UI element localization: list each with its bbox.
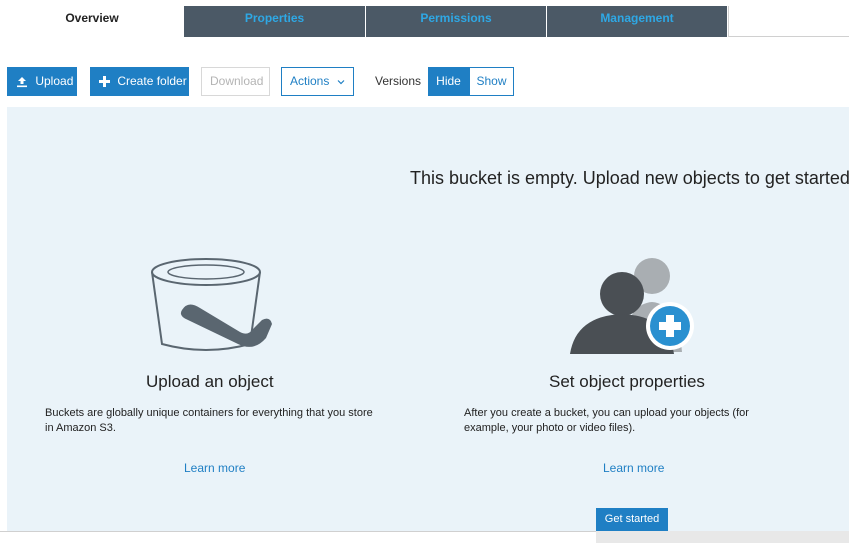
- tab-management[interactable]: Management: [547, 6, 728, 37]
- download-button[interactable]: Download: [201, 67, 270, 96]
- versions-show-button[interactable]: Show: [469, 67, 514, 96]
- plus-icon: [99, 76, 110, 88]
- upload-icon: [17, 76, 27, 87]
- versions-hide-button[interactable]: Hide: [428, 67, 469, 96]
- object-properties-description: After you create a bucket, you can uploa…: [464, 407, 749, 434]
- tab-permissions[interactable]: Permissions: [366, 6, 547, 37]
- empty-bucket-message: This bucket is empty. Upload new objects…: [410, 168, 849, 188]
- bucket-icon: [151, 258, 272, 351]
- upload-label: Upload: [35, 74, 74, 88]
- users-add-icon: [570, 258, 694, 354]
- bottom-divider: [0, 531, 596, 532]
- tab-properties[interactable]: Properties: [184, 6, 366, 37]
- upload-button[interactable]: Upload: [7, 67, 77, 96]
- actions-dropdown[interactable]: Actions: [281, 67, 354, 96]
- upload-object-title: Upload an object: [146, 372, 274, 391]
- tab-spacer: [728, 6, 849, 37]
- upload-object-description: Buckets are globally unique containers f…: [45, 407, 373, 434]
- tab-bar: Overview Properties Permissions Manageme…: [0, 0, 849, 38]
- bottom-bar: [596, 531, 849, 543]
- versions-label: Versions: [375, 74, 422, 88]
- chevron-down-icon: [337, 79, 345, 85]
- properties-learn-more-link[interactable]: Learn more: [603, 461, 664, 475]
- upload-learn-more-link[interactable]: Learn more: [184, 461, 245, 475]
- create-folder-button[interactable]: Create folder: [90, 67, 189, 96]
- object-properties-title: Set object properties: [549, 372, 705, 391]
- actions-label: Actions: [290, 74, 330, 88]
- tab-overview[interactable]: Overview: [0, 6, 184, 37]
- get-started-button[interactable]: Get started: [596, 508, 668, 531]
- create-folder-label: Create folder: [117, 74, 187, 88]
